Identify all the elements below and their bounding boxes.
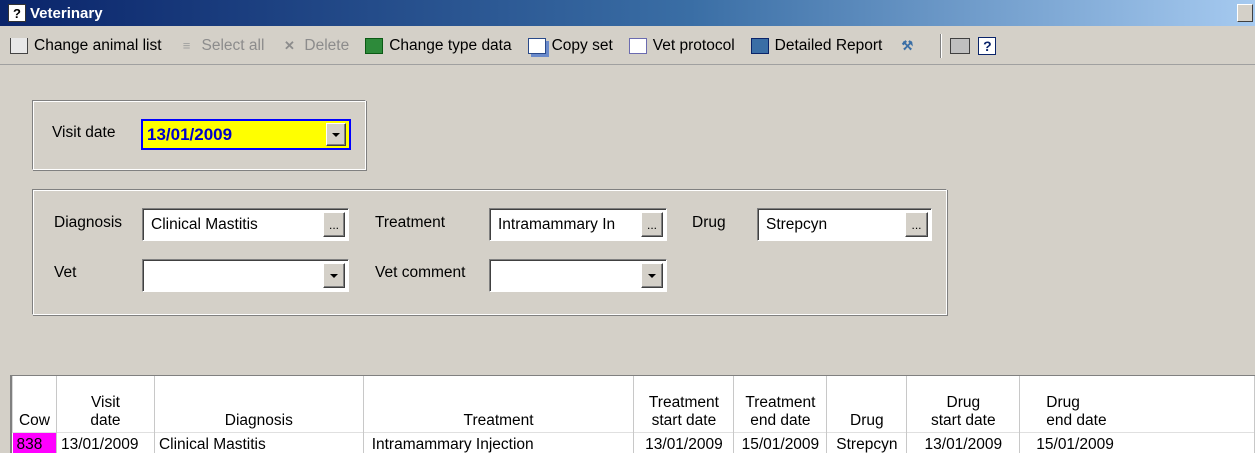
table-row[interactable]: 838 13/01/2009 Clinical Mastitis Intrama…: [12, 431, 1255, 453]
vet-protocol-label: Vet protocol: [652, 36, 735, 54]
diagnosis-value: Clinical Mastitis: [151, 215, 258, 233]
vet-label: Vet: [54, 264, 77, 281]
window-title: Veterinary: [30, 4, 103, 22]
cell-visit-date[interactable]: 13/01/2009: [56, 431, 155, 453]
visit-date-label: Visit date: [52, 124, 116, 141]
cell-drug-start[interactable]: 13/01/2009: [906, 431, 1021, 453]
column-header-treatment[interactable]: Treatment: [362, 376, 635, 432]
detailed-report-label: Detailed Report: [774, 36, 883, 54]
tools-icon: ⚒: [901, 38, 914, 53]
column-header-drug[interactable]: Drug: [826, 376, 908, 432]
vet-comment-dropdown-button[interactable]: [641, 263, 663, 288]
visits-table: Cow Visit date Diagnosis Treatment Treatm…: [12, 376, 1255, 453]
treatment-ellipsis: ...: [646, 217, 657, 232]
report-icon: [750, 37, 769, 54]
diagnosis-field[interactable]: Clinical Mastitis: [142, 208, 349, 241]
vet-field[interactable]: [142, 259, 349, 292]
cell-treatment-start[interactable]: 13/01/2009: [633, 431, 735, 453]
column-header-drug-start[interactable]: Drug start date: [906, 376, 1021, 432]
help-icon[interactable]: ?: [978, 36, 997, 55]
delete-label: Delete: [304, 36, 350, 54]
change-type-data-label: Change type data: [389, 36, 512, 54]
drug-value: Strepcyn: [766, 215, 828, 233]
column-header-diagnosis[interactable]: Diagnosis: [153, 376, 364, 432]
copy-set-label: Copy set: [551, 36, 613, 54]
diagnosis-label: Diagnosis: [54, 214, 123, 231]
treatment-browse-button[interactable]: ...: [641, 212, 663, 237]
type-data-icon: [365, 37, 384, 54]
table-header-row: Cow Visit date Diagnosis Treatment Treatm…: [12, 376, 1255, 432]
visit-date-dropdown-button[interactable]: [326, 123, 346, 146]
title-bar: ? Veterinary: [0, 0, 1255, 26]
delete-icon: ✕: [283, 38, 295, 53]
toolbar: Change animal list ≡ Select all ✕ Delete…: [0, 27, 1255, 65]
change-animal-list-button[interactable]: Change animal list: [10, 37, 162, 55]
diagnosis-browse-button[interactable]: ...: [323, 212, 345, 237]
column-header-drug-end[interactable]: Drug end date: [1019, 376, 1255, 432]
change-type-data-button[interactable]: Change type data: [365, 36, 512, 55]
window-control-button[interactable]: [1237, 4, 1253, 22]
copy-set-button[interactable]: Copy set: [527, 36, 613, 55]
app-icon: ?: [8, 4, 26, 22]
delete-button[interactable]: ✕ Delete: [280, 37, 349, 55]
drug-browse-button[interactable]: ...: [905, 212, 928, 237]
column-header-treatment-start[interactable]: Treatment start date: [633, 376, 735, 432]
cell-treatment-end[interactable]: 15/01/2009: [733, 431, 828, 453]
chevron-down-icon: [332, 132, 340, 137]
vet-protocol-button[interactable]: Vet protocol: [628, 36, 735, 55]
select-all-button[interactable]: ≡ Select all: [178, 37, 265, 55]
list-icon: ≡: [182, 38, 191, 53]
chevron-down-icon: [648, 273, 656, 278]
treatment-label: Treatment: [375, 214, 446, 231]
cell-drug-end[interactable]: 15/01/2009: [1019, 431, 1255, 453]
cell-diagnosis[interactable]: Clinical Mastitis: [154, 431, 364, 453]
print-icon[interactable]: [950, 37, 971, 54]
cart-icon: [10, 37, 28, 54]
vet-protocol-icon: [628, 37, 647, 54]
cell-drug[interactable]: Strepcyn: [826, 431, 908, 453]
diagnosis-ellipsis: ...: [328, 217, 339, 232]
tools-button[interactable]: ⚒: [898, 38, 922, 54]
drug-ellipsis: ...: [911, 217, 922, 232]
drug-label: Drug: [692, 214, 726, 231]
copy-icon: [527, 37, 546, 54]
column-header-visit-date[interactable]: Visit date: [55, 376, 155, 432]
treatment-value: Intramammary In: [498, 215, 616, 233]
vet-comment-label: Vet comment: [375, 264, 466, 281]
toolbar-separator: [940, 33, 943, 58]
visit-date-value: 13/01/2009: [147, 124, 233, 144]
change-animal-list-label: Change animal list: [34, 36, 162, 54]
chevron-down-icon: [330, 273, 338, 278]
select-all-label: Select all: [201, 36, 265, 54]
cell-treatment[interactable]: Intramammary Injection: [363, 431, 635, 453]
detailed-report-button[interactable]: Detailed Report: [750, 36, 883, 55]
column-header-treatment-end[interactable]: Treatment end date: [733, 376, 828, 432]
cell-cow[interactable]: 838: [12, 431, 57, 453]
vet-dropdown-button[interactable]: [323, 263, 345, 288]
visit-date-field[interactable]: 13/01/2009: [141, 119, 351, 150]
column-header-cow[interactable]: Cow: [12, 376, 57, 432]
